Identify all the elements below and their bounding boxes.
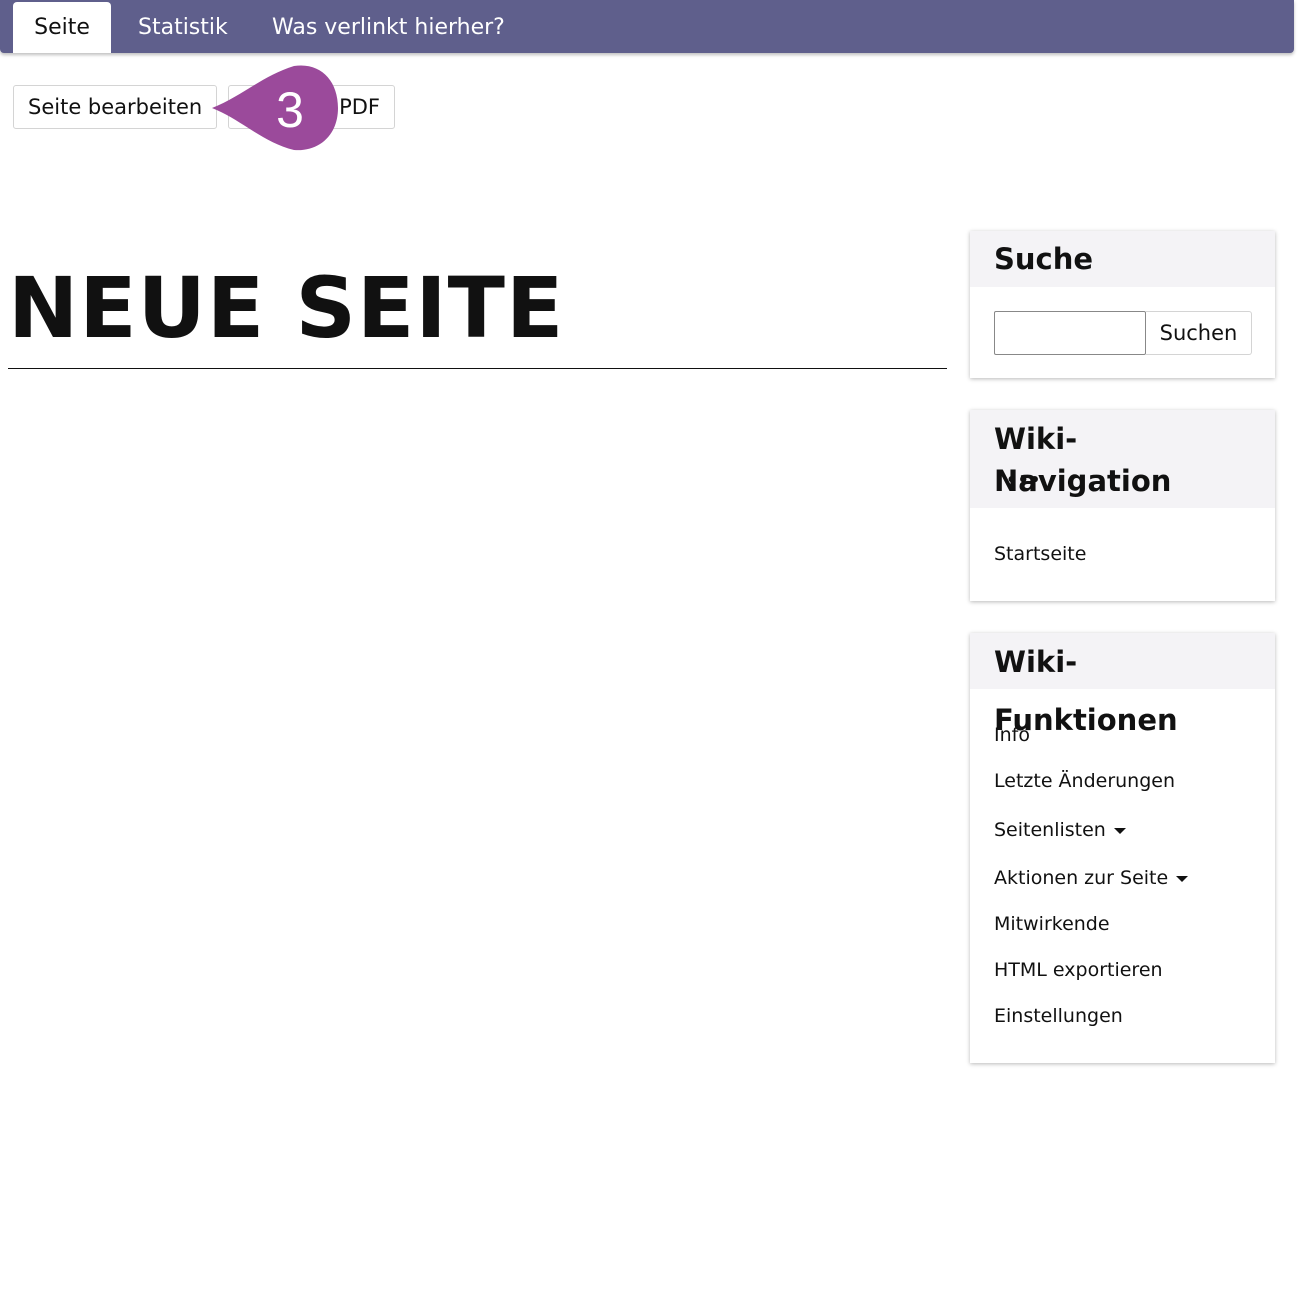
wiki-navigation-panel: Wiki-Navigation ••• Startseite [970, 410, 1275, 601]
tab-statistik[interactable]: Statistik [138, 2, 228, 53]
wiki-functions-panel: Wiki-Funktionen Info Letzte Änderungen S… [970, 633, 1275, 1063]
search-panel: Suche Suchen [970, 231, 1275, 378]
search-input[interactable] [994, 311, 1146, 355]
title-divider [8, 368, 947, 369]
tab-was-verlinkt-hierher[interactable]: Was verlinkt hierher? [272, 2, 505, 53]
function-item-page-lists[interactable]: Seitenlisten [994, 819, 1126, 841]
step-number: 3 [276, 82, 304, 138]
function-item-export-html[interactable]: HTML exportieren [994, 959, 1163, 981]
page-lists-label: Seitenlisten [994, 819, 1106, 841]
pdf-button-label: PDF [339, 95, 380, 119]
function-item-contributors[interactable]: Mitwirkende [994, 913, 1110, 935]
edit-page-button[interactable]: Seite bearbeiten [13, 85, 218, 129]
search-panel-title: Suche [970, 231, 1275, 287]
wiki-navigation-header: Wiki-Navigation ••• [970, 410, 1275, 508]
more-options-icon[interactable]: ••• [1006, 470, 1041, 491]
function-item-page-actions[interactable]: Aktionen zur Seite [994, 867, 1189, 889]
function-item-recent-changes[interactable]: Letzte Änderungen [994, 770, 1175, 792]
caret-down-icon [1176, 875, 1189, 882]
tab-bar: Seite Statistik Was verlinkt hierher? [0, 0, 1294, 53]
wiki-functions-title: Wiki-Funktionen [970, 633, 1275, 737]
page-title: NEUE SEITE [8, 259, 565, 357]
function-item-settings[interactable]: Einstellungen [994, 1005, 1123, 1027]
caret-down-icon [1113, 827, 1126, 834]
nav-item-startseite[interactable]: Startseite [994, 543, 1086, 565]
search-button[interactable]: Suchen [1146, 311, 1252, 355]
tab-seite[interactable]: Seite [13, 2, 111, 53]
page-actions-label: Aktionen zur Seite [994, 867, 1169, 889]
function-item-info[interactable]: Info [994, 724, 1030, 746]
